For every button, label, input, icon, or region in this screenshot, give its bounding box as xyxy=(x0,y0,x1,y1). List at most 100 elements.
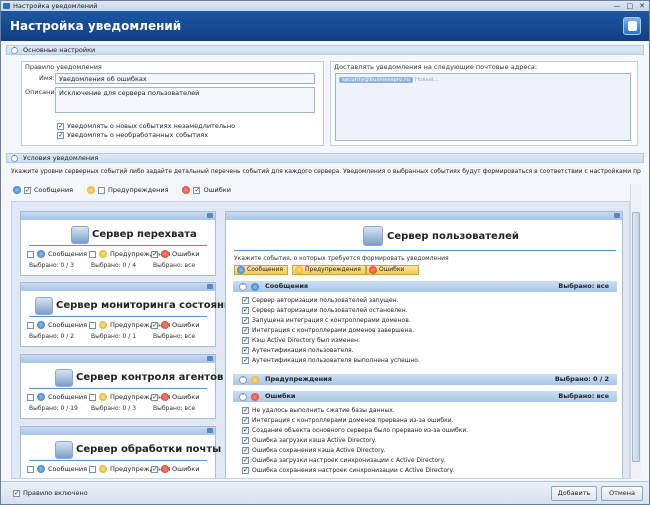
notify-new-option[interactable]: Уведомлять о новых событиях незамедлител… xyxy=(57,122,235,130)
event-label: Интеграция с контроллерами доменов прерв… xyxy=(252,417,454,424)
scrollbar-thumb[interactable] xyxy=(632,212,640,462)
minimize-button[interactable]: — xyxy=(614,1,621,11)
cancel-button[interactable]: Отмена xyxy=(601,486,643,501)
divider xyxy=(29,460,207,461)
event-checkbox[interactable] xyxy=(242,336,249,344)
event-label: Интеграция с контроллерами доменов завер… xyxy=(252,327,414,334)
help-button[interactable] xyxy=(623,17,641,35)
category-selected: Выбрано: все xyxy=(558,282,609,290)
warning-icon xyxy=(251,376,259,384)
errors-checkbox[interactable] xyxy=(151,465,158,473)
server-name: Сервер пользователей xyxy=(387,231,519,242)
messages-label: Сообщения xyxy=(48,465,88,473)
category-messages[interactable]: ˄ Сообщения Выбрано: все xyxy=(233,281,617,292)
errors-checkbox[interactable] xyxy=(151,250,158,258)
warnings-checkbox[interactable] xyxy=(89,250,96,258)
mail-server-icon xyxy=(55,441,73,459)
notify-unprocessed-checkbox[interactable] xyxy=(57,131,64,139)
event-item[interactable]: Интеграция с контроллерами доменов прерв… xyxy=(242,416,454,424)
section-basic-settings[interactable]: ˄ Основные настройки xyxy=(6,45,644,55)
notify-unprocessed-option[interactable]: Уведомлять о необработанных событиях xyxy=(57,131,208,139)
errors-checkbox[interactable] xyxy=(151,321,158,329)
level-filter: Сообщения Предупреждения Ошибки xyxy=(13,186,231,194)
event-checkbox[interactable] xyxy=(242,316,249,324)
messages-checkbox[interactable] xyxy=(27,321,34,329)
category-errors[interactable]: ˄ Ошибки Выбрано: все xyxy=(233,391,617,402)
event-checkbox[interactable] xyxy=(242,446,249,454)
panel-toggle-icon[interactable] xyxy=(207,428,213,433)
info-icon xyxy=(37,321,45,329)
name-input[interactable]: Уведомления об ошибках xyxy=(55,73,315,84)
error-icon xyxy=(161,465,169,473)
errors-toggle-label: Ошибки xyxy=(379,266,405,273)
error-icon xyxy=(369,266,377,274)
event-checkbox[interactable] xyxy=(242,416,249,424)
event-item[interactable]: Ошибка сохранения настроек синхронизации… xyxy=(242,466,454,474)
add-button[interactable]: Добавить xyxy=(551,486,597,501)
section-conditions[interactable]: ˄ Условия уведомления xyxy=(6,153,644,163)
errors-checkbox[interactable] xyxy=(151,393,158,401)
server-panel-mail: Сервер обработки почты Сообщения Предупр… xyxy=(20,426,221,478)
vertical-scrollbar[interactable] xyxy=(630,184,641,479)
messages-checkbox[interactable] xyxy=(27,250,34,258)
messages-checkbox[interactable] xyxy=(27,393,34,401)
maximize-button[interactable]: □ xyxy=(627,1,634,11)
warnings-toggle-button[interactable]: Предупреждения xyxy=(292,265,366,275)
rule-enabled-option[interactable]: Правило включено xyxy=(13,489,88,497)
warnings-checkbox[interactable] xyxy=(89,465,96,473)
level-warnings-checkbox[interactable] xyxy=(98,186,106,194)
event-item[interactable]: Создание объекта основного сервера было … xyxy=(242,426,468,434)
event-item[interactable]: Аутентификация пользователя. xyxy=(242,346,354,354)
email-list[interactable]: security@businesspro.ru Новый... xyxy=(335,73,631,141)
event-checkbox[interactable] xyxy=(242,296,249,304)
messages-toggle-button[interactable]: Сообщения xyxy=(234,265,289,275)
new-email-input[interactable]: Новый... xyxy=(415,77,439,83)
name-label: Имя: xyxy=(39,74,55,82)
warnings-checkbox[interactable] xyxy=(89,321,96,329)
warning-icon xyxy=(99,250,107,258)
event-item[interactable]: Кэш Active Directory был изменен. xyxy=(242,336,360,344)
event-item[interactable]: Ошибка загрузки кэша Active Directory. xyxy=(242,436,376,444)
event-item[interactable]: Не удалось выполнить сжатие базы данных. xyxy=(242,406,395,414)
panel-toggle-icon[interactable] xyxy=(207,213,213,218)
errors-label: Ошибки xyxy=(172,465,200,473)
messages-label: Сообщения xyxy=(48,321,88,329)
event-checkbox[interactable] xyxy=(242,356,249,364)
event-label: Аутентификация пользователя выполнена ус… xyxy=(252,357,420,364)
description-input[interactable]: Исключение для сервера пользователей xyxy=(55,87,315,113)
rule-enabled-label: Правило включено xyxy=(23,489,88,497)
level-errors-checkbox[interactable] xyxy=(193,186,201,194)
event-item[interactable]: Аутентификация пользователя выполнена ус… xyxy=(242,356,420,364)
category-warnings[interactable]: ˅ Предупреждения Выбрано: 0 / 2 xyxy=(233,374,617,385)
level-messages-checkbox[interactable] xyxy=(24,186,31,194)
event-item[interactable]: Сервер авторизации пользователей запущен… xyxy=(242,296,398,304)
panel-toggle-icon[interactable] xyxy=(207,356,213,361)
event-checkbox[interactable] xyxy=(242,306,249,314)
notify-unprocessed-label: Уведомлять о необработанных событиях xyxy=(67,131,209,139)
notify-new-checkbox[interactable] xyxy=(57,122,64,130)
errors-toggle-button[interactable]: Ошибки xyxy=(366,265,420,275)
panel-collapse-icon[interactable] xyxy=(614,213,620,218)
warnings-checkbox[interactable] xyxy=(89,393,96,401)
warning-icon xyxy=(295,266,303,274)
event-checkbox[interactable] xyxy=(242,466,249,474)
event-checkbox[interactable] xyxy=(242,326,249,334)
panel-toggle-icon[interactable] xyxy=(207,284,213,289)
event-checkbox[interactable] xyxy=(242,406,249,414)
event-item[interactable]: Сервер авторизации пользователей останов… xyxy=(242,306,408,314)
messages-checkbox[interactable] xyxy=(27,465,34,473)
event-item[interactable]: Ошибка сохранения кэша Active Directory. xyxy=(242,446,385,454)
event-checkbox[interactable] xyxy=(242,346,249,354)
close-button[interactable]: ✕ xyxy=(639,1,645,11)
event-item[interactable]: Запущена интеграция с контроллерами доме… xyxy=(242,316,411,324)
error-icon xyxy=(161,393,169,401)
delivery-label: Доставлять уведомления на следующие почт… xyxy=(334,63,538,71)
email-token[interactable]: security@businesspro.ru xyxy=(339,77,413,83)
event-checkbox[interactable] xyxy=(242,436,249,444)
event-item[interactable]: Интеграция с контроллерами доменов завер… xyxy=(242,326,414,334)
rule-enabled-checkbox[interactable] xyxy=(13,489,20,497)
event-checkbox[interactable] xyxy=(242,456,249,464)
errors-selected: Выбрано: все xyxy=(153,405,196,412)
event-item[interactable]: Ошибка загрузки настроек синхронизации с… xyxy=(242,456,445,464)
event-checkbox[interactable] xyxy=(242,426,249,434)
